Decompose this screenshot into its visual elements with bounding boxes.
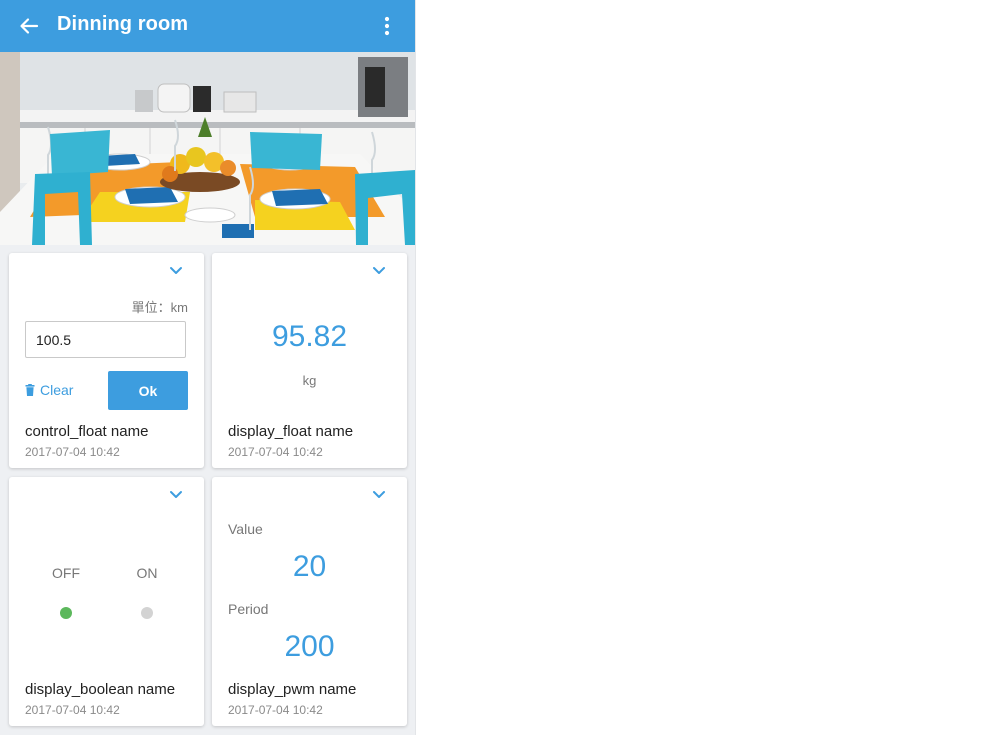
trash-icon xyxy=(25,384,35,396)
ok-button[interactable]: Ok xyxy=(108,371,188,410)
display-boolean-card: OFF ON display_boolean name 2017-07-04 1… xyxy=(9,477,204,726)
clear-label: Clear xyxy=(40,382,74,398)
expand-button[interactable] xyxy=(371,263,387,277)
back-button[interactable] xyxy=(14,12,44,40)
pwm-period: 200 xyxy=(284,630,335,663)
float-unit: kg xyxy=(302,373,317,388)
off-label: OFF xyxy=(52,565,80,581)
display-pwm-card: Value 20 Period 200 display_pwm name 201… xyxy=(212,477,407,726)
card-timestamp: 2017-07-04 10:42 xyxy=(228,703,323,717)
float-value: 95.82 xyxy=(271,320,348,353)
card-timestamp: 2017-07-04 10:42 xyxy=(228,445,323,459)
chevron-down-icon xyxy=(170,267,182,274)
display-float-card: 95.82 kg display_float name 2017-07-04 1… xyxy=(212,253,407,468)
arrow-left-icon xyxy=(20,18,39,34)
card-name: control_float name xyxy=(25,423,149,440)
app-bar: Dinning room xyxy=(0,0,415,52)
on-label: ON xyxy=(136,565,158,581)
unit-label: 單位：km xyxy=(131,300,188,315)
value-input[interactable] xyxy=(25,321,186,358)
card-name: display_boolean name xyxy=(25,681,176,698)
room-photo xyxy=(0,52,415,245)
value-label: Value xyxy=(228,521,263,537)
pwm-value: 20 xyxy=(292,550,327,583)
clear-button[interactable]: Clear xyxy=(25,382,73,398)
card-timestamp: 2017-07-04 10:42 xyxy=(25,703,120,717)
expand-button[interactable] xyxy=(371,487,387,501)
control-float-card: 單位：km Clear Ok control_float name 2017-0… xyxy=(9,253,204,468)
card-name: display_pwm name xyxy=(228,681,357,698)
more-options-button[interactable] xyxy=(376,12,398,40)
expand-button[interactable] xyxy=(168,263,184,277)
on-indicator xyxy=(141,607,153,619)
chevron-down-icon xyxy=(373,491,385,498)
more-vertical-icon xyxy=(384,16,390,36)
phone-screen: Dinning room 單位：km 100.5 Clear Ok contro… xyxy=(0,0,416,735)
chevron-down-icon xyxy=(373,267,385,274)
period-label: Period xyxy=(228,601,269,617)
expand-button[interactable] xyxy=(168,487,184,501)
page-title: Dinning room xyxy=(57,13,189,35)
chevron-down-icon xyxy=(170,491,182,498)
card-timestamp: 2017-07-04 10:42 xyxy=(25,445,120,459)
off-indicator xyxy=(60,607,72,619)
card-name: display_float name xyxy=(228,423,354,440)
